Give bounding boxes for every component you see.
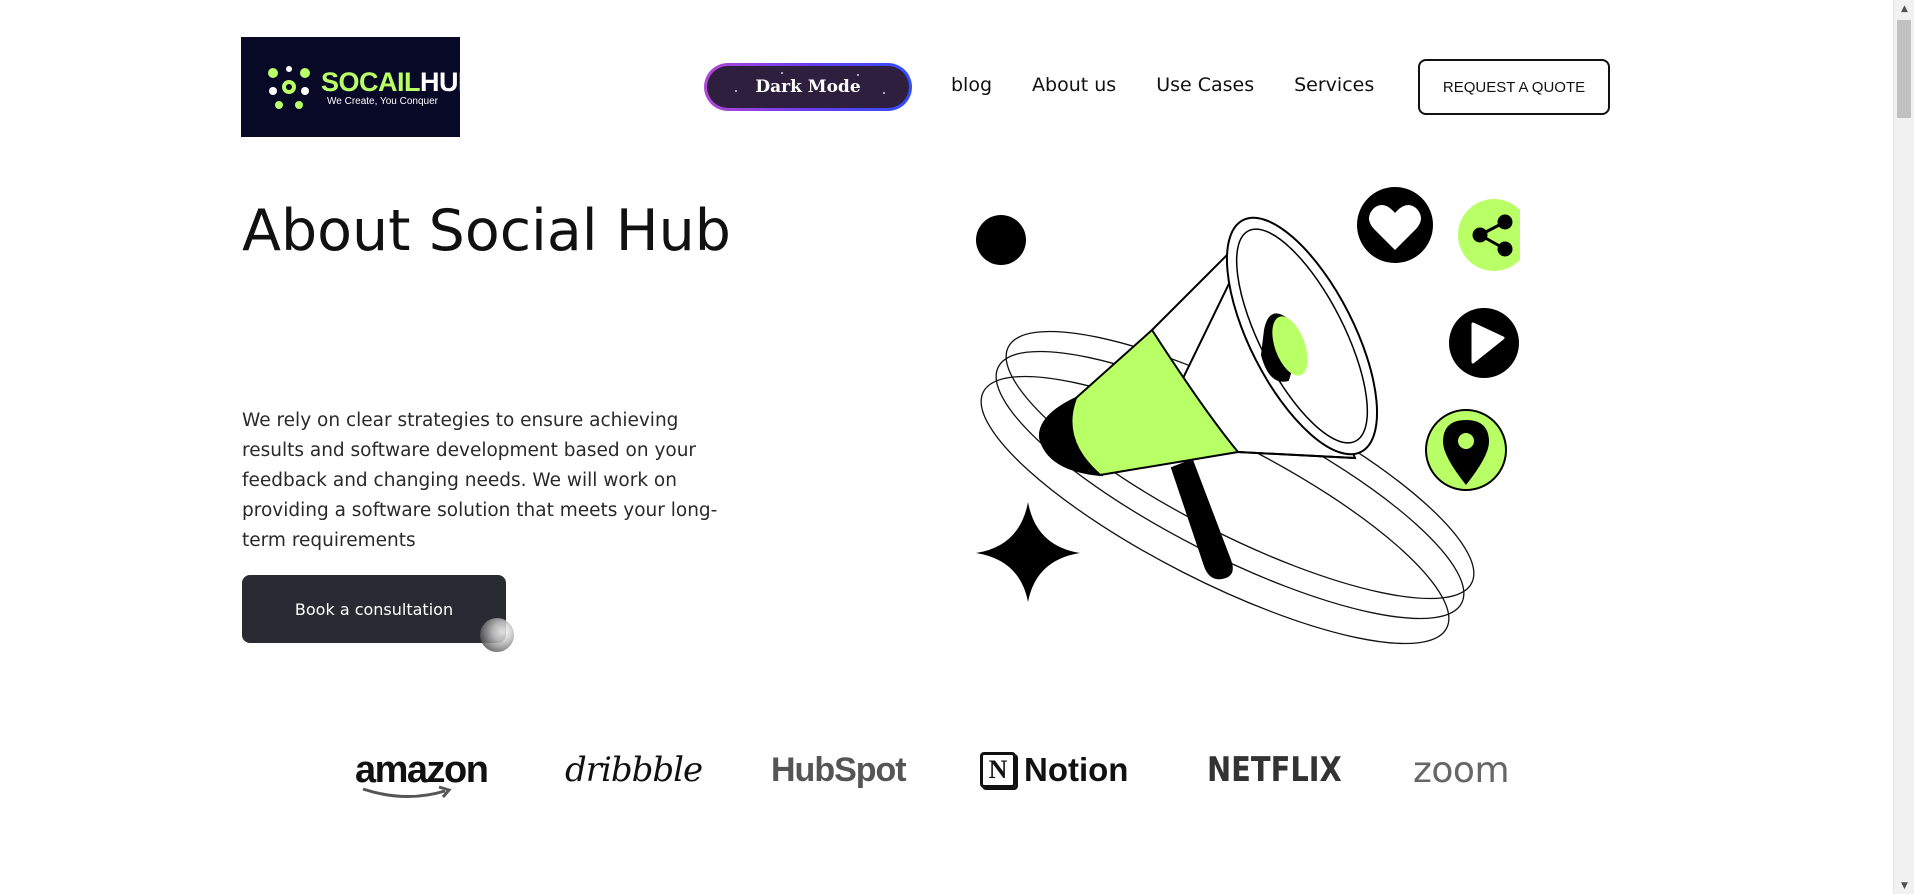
logo-name-part2: HUB bbox=[420, 66, 478, 97]
brand-netflix: NETFLIX bbox=[1207, 745, 1342, 795]
sparkle-icon bbox=[976, 502, 1080, 602]
logo-name-part1: SOCAIL bbox=[321, 66, 421, 97]
brand-zoom-name: zoom bbox=[1413, 749, 1510, 791]
scroll-up-icon[interactable]: ▲ bbox=[1894, 0, 1914, 17]
scroll-down-icon[interactable]: ▼ bbox=[1894, 877, 1914, 894]
brand-logos: amazon dribbble HubSpot N Notion NETFLIX… bbox=[355, 745, 1535, 798]
star-dot bbox=[883, 92, 885, 94]
logo-name: SOCAILHUB bbox=[321, 66, 478, 97]
share-icon bbox=[1458, 199, 1520, 271]
cursor-follower bbox=[480, 618, 514, 652]
heart-icon bbox=[1357, 187, 1433, 263]
nav-blog[interactable]: blog bbox=[951, 74, 992, 96]
request-quote-button[interactable]: REQUEST A QUOTE bbox=[1418, 59, 1610, 115]
nav-use-cases[interactable]: Use Cases bbox=[1156, 74, 1254, 96]
main-nav: blog About us Use Cases Services bbox=[951, 74, 1374, 96]
brand-hubspot: HubSpot bbox=[771, 745, 907, 795]
brand-netflix-name: NETFLIX bbox=[1207, 750, 1342, 790]
logo-text: SOCAILHUB We Create, You Conquer bbox=[321, 66, 478, 107]
logo-tagline: We Create, You Conquer bbox=[327, 95, 439, 107]
nav-services[interactable]: Services bbox=[1294, 74, 1374, 96]
nav-about-us[interactable]: About us bbox=[1032, 74, 1116, 96]
megaphone-illustration bbox=[976, 187, 1520, 645]
book-consultation-button[interactable]: Book a consultation bbox=[242, 575, 506, 643]
dark-mode-toggle[interactable]: Dark Mode bbox=[704, 63, 912, 111]
amazon-smile-icon bbox=[362, 785, 452, 798]
brand-hubspot-name: HubSpot bbox=[771, 750, 907, 789]
logo-mark-icon bbox=[268, 66, 310, 109]
hero-description: We rely on clear strategies to ensure ac… bbox=[242, 410, 718, 551]
star-dot bbox=[735, 90, 737, 92]
star-dot bbox=[857, 74, 859, 76]
page-scrollbar[interactable]: ▲ ▼ bbox=[1893, 0, 1914, 894]
notion-logo-icon: N bbox=[980, 752, 1016, 788]
dark-mode-label: Dark Mode bbox=[755, 77, 861, 97]
brand-dribbble-name: dribbble bbox=[565, 750, 703, 790]
decor-dot bbox=[976, 215, 1026, 265]
page-title: About Social Hub bbox=[242, 198, 731, 264]
scroll-thumb[interactable] bbox=[1897, 20, 1911, 118]
site-logo[interactable]: SOCAILHUB We Create, You Conquer bbox=[241, 37, 478, 137]
brand-notion: N Notion bbox=[980, 745, 1128, 795]
brand-notion-name: Notion bbox=[1024, 751, 1129, 788]
brand-dribbble: dribbble bbox=[565, 745, 703, 795]
play-icon bbox=[1449, 308, 1519, 378]
location-pin-icon bbox=[1425, 409, 1507, 491]
brand-zoom: zoom bbox=[1413, 745, 1510, 795]
star-dot bbox=[781, 72, 783, 74]
